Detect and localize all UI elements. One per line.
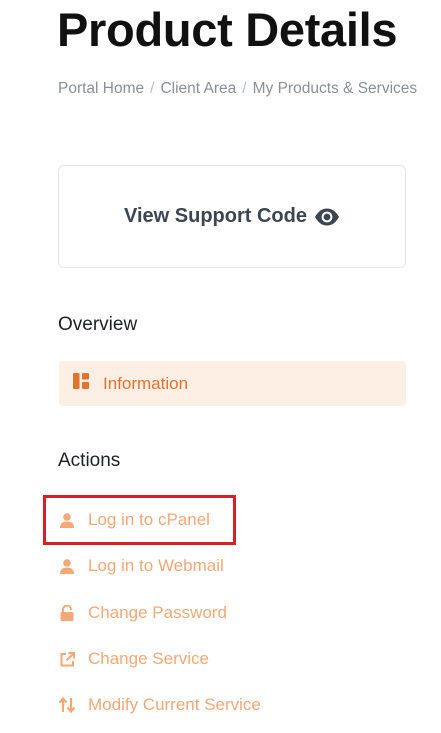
breadcrumb-portal-home[interactable]: Portal Home	[58, 80, 144, 97]
action-change-password[interactable]: Change Password	[59, 601, 227, 625]
action-change-service[interactable]: Change Service	[59, 647, 209, 671]
sidebar-item-information[interactable]: Information	[59, 361, 406, 406]
external-link-icon	[59, 651, 75, 667]
action-modify-current-service[interactable]: Modify Current Service	[59, 693, 261, 717]
action-label: Log in to Webmail	[88, 556, 224, 575]
dashboard-icon	[73, 373, 89, 394]
action-log-in-webmail[interactable]: Log in to Webmail	[59, 554, 224, 578]
breadcrumb-my-products-services[interactable]: My Products & Services	[253, 80, 418, 97]
overview-heading: Overview	[58, 314, 138, 335]
sort-arrows-icon	[59, 697, 75, 713]
breadcrumb-separator: /	[150, 80, 155, 97]
action-log-in-cpanel[interactable]: Log in to cPanel	[59, 508, 210, 532]
action-label: Change Password	[88, 603, 227, 622]
unlock-icon	[59, 605, 75, 621]
page-title: Product Details	[57, 3, 398, 56]
eye-icon	[314, 208, 340, 226]
user-icon	[59, 558, 75, 574]
breadcrumb-separator: /	[242, 80, 247, 97]
user-icon	[59, 512, 75, 528]
action-label: Modify Current Service	[88, 695, 261, 714]
actions-heading: Actions	[58, 450, 121, 471]
support-code-label: View Support Code	[124, 205, 307, 227]
breadcrumb-client-area[interactable]: Client Area	[160, 80, 236, 97]
sidebar-item-label: Information	[103, 373, 189, 393]
view-support-code-button[interactable]: View Support Code	[58, 165, 406, 268]
action-label: Log in to cPanel	[88, 510, 210, 529]
breadcrumb: Portal Home / Client Area / My Products & Se…	[58, 80, 417, 98]
action-label: Change Service	[88, 649, 209, 668]
